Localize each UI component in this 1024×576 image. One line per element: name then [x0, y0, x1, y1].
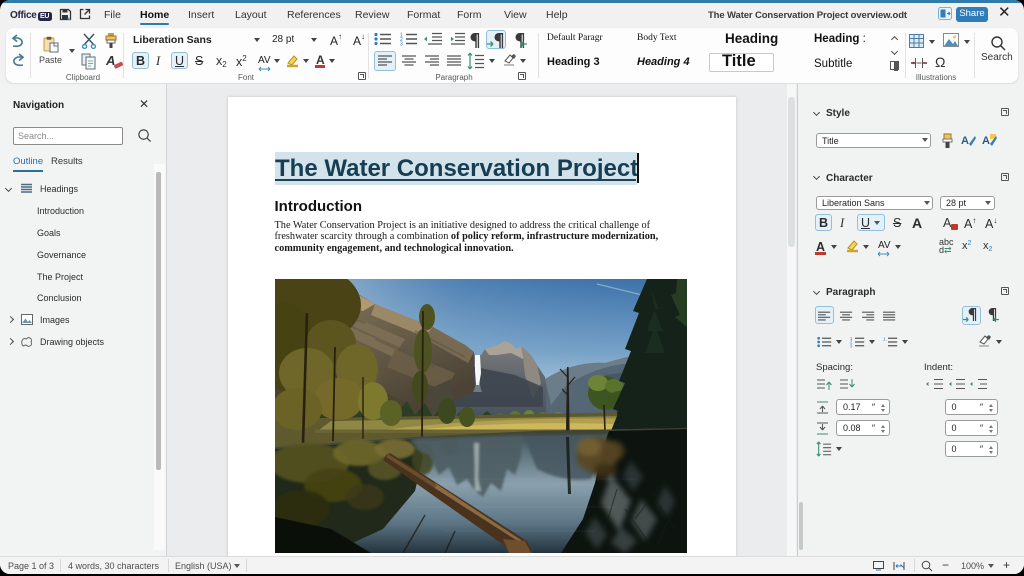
svg-text:3: 3 [850, 343, 853, 348]
svg-text:A: A [961, 135, 969, 147]
svg-text:1.: 1. [883, 336, 887, 341]
svg-text:3: 3 [400, 42, 403, 47]
svg-text:A: A [982, 135, 990, 147]
